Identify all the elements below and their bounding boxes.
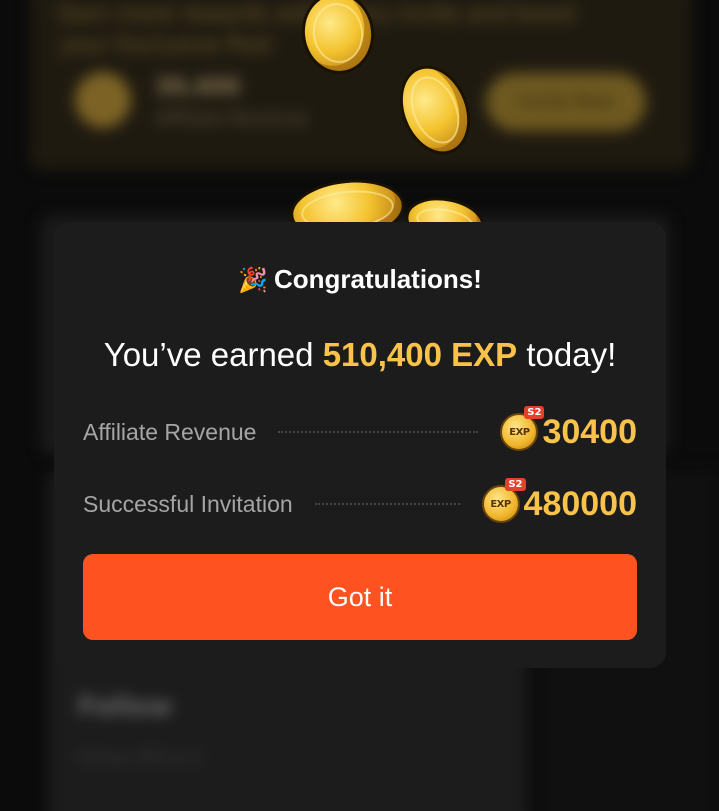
stat-value: 30,400 [155, 75, 240, 100]
invite-button-label: Invite Now [518, 91, 614, 112]
dotted-leader [314, 503, 460, 505]
dotted-leader [278, 431, 479, 433]
coin-avatar [75, 72, 131, 128]
exp-coin-icon: EXP S2 [500, 406, 545, 451]
exp-coin-icon: EXP S2 [481, 478, 526, 523]
earned-prefix: You’ve earned [103, 336, 323, 373]
got-it-button[interactable]: Got it [83, 554, 637, 640]
row-value: 480000 [523, 484, 637, 523]
follow-subtitle: Follow official X [78, 748, 203, 767]
successful-invitation-row: Successful Invitation EXP S2 480000 [83, 478, 637, 524]
earned-amount: 510,400 EXP [322, 336, 518, 373]
exp-badge-text: EXP [509, 427, 530, 438]
congratulations-dialog: 🎉 Congratulations! You’ve earned 510,400 … [54, 222, 666, 668]
invite-button: Invite Now [486, 73, 646, 131]
season-tag: S2 [524, 406, 545, 419]
earned-summary: You’ve earned 510,400 EXP today! [54, 336, 666, 374]
season-tag: S2 [505, 478, 526, 491]
stat-label: Affiliate Revenue [155, 108, 308, 129]
follow-title: Follow [78, 692, 173, 722]
row-label: Successful Invitation [83, 490, 293, 517]
exp-badge-text: EXP [490, 499, 511, 510]
dialog-title-text: Congratulations! [273, 264, 482, 294]
earned-suffix: today! [517, 336, 617, 373]
row-label: Affiliate Revenue [83, 418, 257, 445]
dialog-title: 🎉 Congratulations! [54, 264, 666, 295]
row-value: 30400 [542, 412, 637, 451]
party-popper-icon: 🎉 [238, 267, 268, 294]
affiliate-revenue-row: Affiliate Revenue EXP S2 30400 [83, 406, 637, 452]
